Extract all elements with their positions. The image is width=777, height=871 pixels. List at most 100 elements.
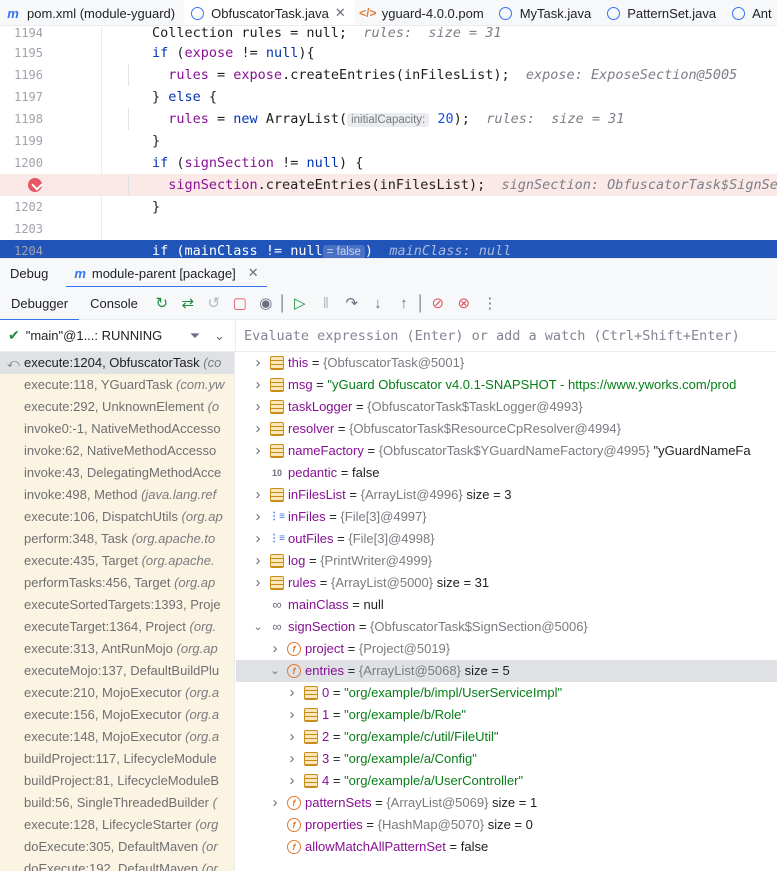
chevron-right-icon[interactable]: › xyxy=(286,726,298,748)
stack-frame[interactable]: execute:148, MojoExecutor (org.a xyxy=(0,726,234,748)
restore-layout-icon[interactable]: ⇄ xyxy=(175,290,201,316)
chevron-right-icon[interactable]: › xyxy=(252,572,264,594)
variable-row[interactable]: › f project = {Project@5019} xyxy=(236,638,777,660)
variable-row[interactable]: › 4 = "org/example/a/UserController" xyxy=(236,770,777,792)
chevron-right-icon[interactable]: › xyxy=(252,352,264,374)
chevron-down-icon[interactable]: ⌄ xyxy=(252,616,264,638)
editor-tab[interactable]: ObfuscatorTask.java ✕ xyxy=(184,0,355,25)
line-number[interactable]: 1204 xyxy=(0,240,43,258)
step-into-icon[interactable]: ↓ xyxy=(365,290,391,316)
variable-row[interactable]: f properties = {HashMap@5070} size = 0 xyxy=(236,814,777,836)
chevron-right-icon[interactable]: › xyxy=(252,506,264,528)
step-over-icon[interactable]: ↷ xyxy=(339,290,365,316)
close-icon[interactable]: ✕ xyxy=(335,5,346,21)
editor-tab[interactable]: </> yguard-4.0.0.pom xyxy=(355,0,493,25)
stack-frame[interactable]: performTasks:456, Target (org.ap xyxy=(0,572,234,594)
code-editor[interactable]: 1194 Collection rules = null; rules: size… xyxy=(0,27,777,258)
chevron-right-icon[interactable]: › xyxy=(269,792,281,814)
stack-frame[interactable]: executeSortedTargets:1393, Proje xyxy=(0,594,234,616)
stack-frame[interactable]: doExecute:192, DefaultMaven (or xyxy=(0,858,234,871)
variable-row[interactable]: › rules = {ArrayList@5000} size = 31 xyxy=(236,572,777,594)
stack-frame[interactable]: buildProject:117, LifecycleModule xyxy=(0,748,234,770)
chevron-right-icon[interactable]: › xyxy=(286,770,298,792)
editor-tab[interactable]: Ant xyxy=(725,0,777,25)
mute-breakpoints-icon[interactable]: ⊗ xyxy=(451,290,477,316)
pause-icon[interactable]: ‖ xyxy=(313,290,339,316)
line-number[interactable]: 1199 xyxy=(0,130,43,152)
tab-console[interactable]: Console xyxy=(79,287,149,320)
run-config-tab[interactable]: m module-parent [package] ✕ xyxy=(66,259,267,288)
variable-row[interactable]: ⌄ f entries = {ArrayList@5068} size = 5 xyxy=(236,660,777,682)
variable-row[interactable]: › nameFactory = {ObfuscatorTask$YGuardNam… xyxy=(236,440,777,462)
tab-debugger[interactable]: Debugger xyxy=(0,287,80,321)
variable-row[interactable]: f allowMatchAllPatternSet = false xyxy=(236,836,777,858)
variable-row[interactable]: ∞ mainClass = null xyxy=(236,594,777,616)
stack-frame[interactable]: executeMojo:137, DefaultBuildPlu xyxy=(0,660,234,682)
editor-tab[interactable]: MyTask.java xyxy=(493,0,601,25)
breakpoint-icon[interactable]: ⊘ xyxy=(425,290,451,316)
rerun-icon[interactable]: ↻ xyxy=(149,290,175,316)
variable-row[interactable]: › resolver = {ObfuscatorTask$ResourceCpRe… xyxy=(236,418,777,440)
variable-row[interactable]: › this = {ObfuscatorTask@5001} xyxy=(236,352,777,374)
line-number[interactable]: 1200 xyxy=(0,152,43,174)
reset-frame-icon[interactable]: ↺ xyxy=(201,290,227,316)
stack-frame[interactable]: doExecute:305, DefaultMaven (or xyxy=(0,836,234,858)
line-number[interactable]: 1198 xyxy=(0,108,43,130)
chevron-right-icon[interactable]: › xyxy=(286,704,298,726)
editor-tab[interactable]: m pom.xml (module-yguard) xyxy=(0,0,184,25)
resume-icon[interactable]: ▷ xyxy=(287,290,313,316)
variable-row[interactable]: › inFilesList = {ArrayList@4996} size = 3 xyxy=(236,484,777,506)
breakpoint-icon[interactable] xyxy=(28,178,42,192)
stack-frame[interactable]: invoke:43, DelegatingMethodAcce xyxy=(0,462,234,484)
chevron-right-icon[interactable]: › xyxy=(252,528,264,550)
chevron-right-icon[interactable]: › xyxy=(252,440,264,462)
variable-row[interactable]: › 3 = "org/example/a/Config" xyxy=(236,748,777,770)
stack-frame[interactable]: execute:313, AntRunMojo (org.ap xyxy=(0,638,234,660)
line-number[interactable]: 1195 xyxy=(0,42,43,64)
stack-frame[interactable]: buildProject:81, LifecycleModuleB xyxy=(0,770,234,792)
chevron-right-icon[interactable]: › xyxy=(252,550,264,572)
chevron-down-icon[interactable]: ⌄ xyxy=(214,328,225,344)
editor-tab[interactable]: PatternSet.java xyxy=(600,0,725,25)
stack-frame[interactable]: invoke0:-1, NativeMethodAccesso xyxy=(0,418,234,440)
chevron-right-icon[interactable]: › xyxy=(286,682,298,704)
stack-frame[interactable]: execute:292, UnknownElement (o xyxy=(0,396,234,418)
variable-row[interactable]: › ⋮≡ outFiles = {File[3]@4998} xyxy=(236,528,777,550)
variable-row[interactable]: › 0 = "org/example/b/impl/UserServiceImpl… xyxy=(236,682,777,704)
stack-frame[interactable]: execute:118, YGuardTask (com.yw xyxy=(0,374,234,396)
close-icon[interactable]: ✕ xyxy=(248,265,259,281)
step-out-icon[interactable]: ↑ xyxy=(391,290,417,316)
variable-row[interactable]: › taskLogger = {ObfuscatorTask$TaskLogger… xyxy=(236,396,777,418)
filter-icon[interactable]: ⏷ xyxy=(190,328,200,344)
variable-row[interactable]: › f patternSets = {ArrayList@5069} size = … xyxy=(236,792,777,814)
stack-frame[interactable]: execute:128, LifecycleStarter (org xyxy=(0,814,234,836)
stack-frame[interactable]: perform:348, Task (org.apache.to xyxy=(0,528,234,550)
variable-row[interactable]: › 1 = "org/example/b/Role" xyxy=(236,704,777,726)
chevron-right-icon[interactable]: › xyxy=(269,638,281,660)
variable-row[interactable]: › msg = "yGuard Obfuscator v4.0.1-SNAPSHO… xyxy=(236,374,777,396)
stack-frame[interactable]: invoke:498, Method (java.lang.ref xyxy=(0,484,234,506)
variable-row[interactable]: › ⋮≡ inFiles = {File[3]@4997} xyxy=(236,506,777,528)
variable-row[interactable]: 10 pedantic = false xyxy=(236,462,777,484)
thread-selector[interactable]: ✔ "main"@1...: RUNNING ⏷ ⌄ xyxy=(0,320,235,352)
more-icon[interactable]: ⋮ xyxy=(477,290,503,316)
variable-row[interactable]: › 2 = "org/example/c/util/FileUtil" xyxy=(236,726,777,748)
variable-row[interactable]: › log = {PrintWriter@4999} xyxy=(236,550,777,572)
stack-frame[interactable]: ⤺ execute:1204, ObfuscatorTask (co xyxy=(0,352,234,374)
chevron-right-icon[interactable]: › xyxy=(286,748,298,770)
stack-frame[interactable]: build:56, SingleThreadedBuilder ( xyxy=(0,792,234,814)
chevron-right-icon[interactable]: › xyxy=(252,418,264,440)
variable-row[interactable]: ⌄ ∞ signSection = {ObfuscatorTask$SignSect… xyxy=(236,616,777,638)
stack-frame[interactable]: executeTarget:1364, Project (org. xyxy=(0,616,234,638)
stop-icon[interactable]: ▢ xyxy=(227,290,253,316)
view-breakpoints-icon[interactable]: ◉ xyxy=(253,290,279,316)
line-number[interactable]: 1197 xyxy=(0,86,43,108)
evaluate-expression-input[interactable] xyxy=(236,320,777,351)
chevron-right-icon[interactable]: › xyxy=(252,396,264,418)
stack-frame[interactable]: execute:106, DispatchUtils (org.ap xyxy=(0,506,234,528)
stack-frame[interactable]: execute:210, MojoExecutor (org.a xyxy=(0,682,234,704)
line-number[interactable]: 1196 xyxy=(0,64,43,86)
line-number[interactable]: 1203 xyxy=(0,218,43,240)
stack-frame[interactable]: execute:156, MojoExecutor (org.a xyxy=(0,704,234,726)
line-number[interactable]: 1202 xyxy=(0,196,43,218)
